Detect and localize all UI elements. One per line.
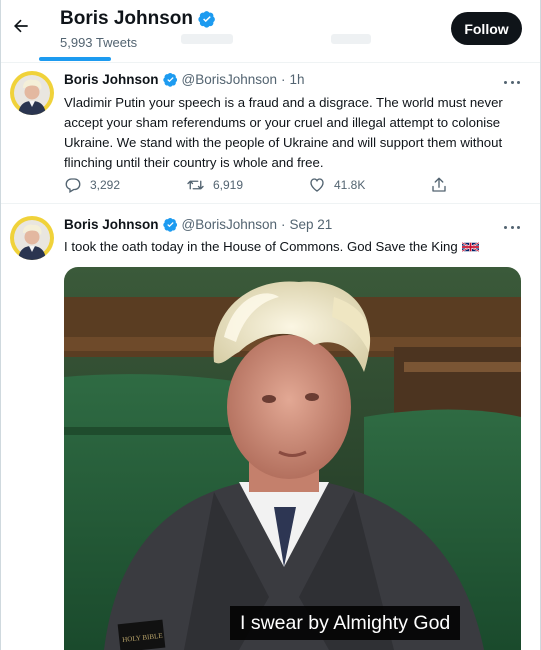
author-name[interactable]: Boris Johnson (64, 72, 159, 87)
heart-icon (310, 178, 324, 192)
verified-badge-icon (162, 72, 177, 87)
tweet[interactable]: Boris Johnson @BorisJohnson · Sep 21 I t… (1, 205, 540, 650)
retweet-count: 6,919 (213, 178, 244, 192)
active-tab-indicator (39, 57, 111, 61)
more-dots-icon[interactable] (504, 77, 520, 87)
share-button[interactable] (430, 176, 448, 194)
avatar[interactable] (10, 71, 54, 115)
faded-tab (331, 34, 371, 44)
reply-icon (65, 178, 81, 193)
retweet-icon (187, 180, 204, 190)
uk-flag-emoji (461, 241, 479, 253)
timestamp[interactable]: 1h (290, 72, 305, 87)
arrow-left-icon[interactable] (10, 15, 32, 37)
avatar[interactable] (10, 216, 54, 260)
author-name[interactable]: Boris Johnson (64, 217, 159, 232)
reply-count: 3,292 (90, 178, 121, 192)
twitter-profile-view: Boris Johnson 5,993 Tweets Follow Boris … (0, 0, 541, 650)
profile-title: Boris Johnson (60, 8, 216, 30)
video-caption: I swear by Almighty God (230, 606, 461, 640)
tweet-text: I took the oath today in the House of Co… (64, 239, 458, 254)
separator: · (281, 217, 286, 232)
author-handle[interactable]: @BorisJohnson (182, 72, 278, 87)
reply-button[interactable]: 3,292 (64, 176, 120, 194)
tweet-actions: 3,292 6,919 41.8K (64, 176, 454, 198)
tweet[interactable]: Boris Johnson @BorisJohnson · 1h Vladimi… (1, 63, 540, 204)
separator: · (281, 72, 286, 87)
tweet-header: Boris Johnson @BorisJohnson · 1h (64, 72, 305, 87)
like-button[interactable]: 41.8K (308, 176, 365, 194)
more-dots-icon[interactable] (504, 222, 520, 232)
retweet-button[interactable]: 6,919 (186, 176, 243, 194)
verified-badge-icon (162, 217, 177, 232)
profile-name: Boris Johnson (60, 8, 194, 29)
share-icon (432, 177, 446, 192)
video-frame: HOLY BIBLE (64, 267, 521, 650)
author-handle[interactable]: @BorisJohnson (182, 217, 278, 232)
timestamp[interactable]: Sep 21 (290, 217, 333, 232)
verified-badge-icon (198, 11, 215, 28)
tweet-text: Vladimir Putin your speech is a fraud an… (64, 95, 503, 170)
tweet-text-row: I took the oath today in the House of Co… (64, 237, 519, 257)
follow-button[interactable]: Follow (451, 12, 522, 45)
faded-tab (181, 34, 233, 44)
tweet-header: Boris Johnson @BorisJohnson · Sep 21 (64, 217, 332, 232)
tweet-count: 5,993 Tweets (60, 35, 138, 50)
like-count: 41.8K (334, 178, 366, 192)
profile-header: Boris Johnson 5,993 Tweets Follow (1, 0, 540, 63)
video-player[interactable]: HOLY BIBLE I swear by Almighty God (64, 267, 521, 650)
